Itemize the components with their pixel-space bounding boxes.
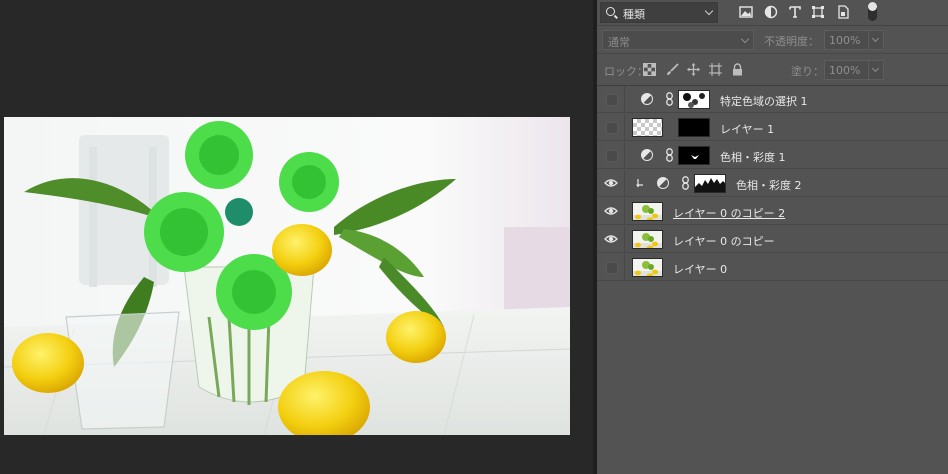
- visibility-toggle[interactable]: [597, 142, 625, 169]
- layer-name[interactable]: 色相・彩度 2: [736, 177, 802, 193]
- flower-silhouette-mask-image: [695, 175, 725, 192]
- opacity-label: 不透明度：: [764, 35, 819, 48]
- visibility-off-box: [606, 262, 618, 274]
- eye-icon: [604, 235, 618, 243]
- image-layer-thumbnail[interactable]: [632, 258, 663, 277]
- layer-row[interactable]: 色相・彩度 2: [597, 170, 948, 197]
- lemon-vase-photo: [4, 117, 570, 435]
- layer-name[interactable]: レイヤー 0 のコピー 2: [673, 205, 785, 221]
- filter-toggle-switch[interactable]: [868, 2, 877, 21]
- clipping-arrow-icon: [636, 179, 643, 188]
- shape-filter-icon[interactable]: [811, 5, 825, 19]
- layer-mask-thumbnail[interactable]: [678, 90, 710, 109]
- adjustment-layer-icon: [657, 177, 669, 189]
- image-layer-thumbnail[interactable]: [632, 230, 663, 249]
- search-icon: [606, 7, 615, 16]
- lock-transparent-icon[interactable]: [643, 63, 656, 76]
- visibility-off-box: [606, 122, 618, 134]
- fill-value: 100%: [829, 64, 861, 77]
- fill-field[interactable]: 100%: [824, 60, 884, 80]
- blend-mode-bar: 通常 不透明度： 100%: [597, 26, 948, 54]
- visibility-toggle[interactable]: [597, 226, 625, 253]
- adjustment-filter-icon[interactable]: [764, 5, 778, 19]
- photo-thumbnail-image: [633, 231, 662, 248]
- filter-kind-label: 種類: [623, 8, 645, 21]
- image-layer-thumbnail[interactable]: [632, 202, 663, 221]
- layer-row[interactable]: 特定色域の選択 1: [597, 86, 948, 113]
- adjustment-layer-icon: [641, 149, 653, 161]
- chevron-down-icon[interactable]: [868, 61, 883, 79]
- layer-name[interactable]: レイヤー 0: [673, 261, 727, 277]
- photo-thumbnail-image: [633, 203, 662, 220]
- lock-bar: ロック： 塗り： 100%: [597, 54, 948, 86]
- mask-spot-image: [691, 155, 699, 159]
- visibility-toggle[interactable]: [597, 114, 625, 141]
- visibility-off-box: [606, 150, 618, 162]
- layers-panel: 種類 通常 不透明度： 100% ロック： 塗り： 100% 特定色域の選択 1…: [597, 0, 948, 474]
- mask-link-icon[interactable]: [682, 176, 689, 190]
- transparent-layer-thumbnail[interactable]: [632, 118, 663, 137]
- eye-icon: [604, 179, 618, 187]
- layer-row[interactable]: 色相・彩度 1: [597, 142, 948, 169]
- layer-row[interactable]: レイヤー 0 のコピー: [597, 226, 948, 253]
- blend-mode-value: 通常: [608, 36, 630, 49]
- layer-name[interactable]: レイヤー 0 のコピー: [673, 233, 775, 249]
- lock-position-icon[interactable]: [687, 63, 700, 76]
- chevron-down-icon: [704, 6, 714, 16]
- chevron-down-icon: [740, 34, 750, 44]
- filter-kind-dropdown[interactable]: 種類: [600, 2, 718, 23]
- selective-mask-image: [679, 91, 709, 108]
- smart-object-filter-icon[interactable]: [836, 5, 850, 19]
- document-canvas-area[interactable]: [0, 0, 593, 474]
- mask-link-icon[interactable]: [666, 92, 673, 106]
- lock-artboard-icon[interactable]: [709, 63, 722, 76]
- opacity-field[interactable]: 100%: [824, 30, 884, 50]
- lock-image-icon[interactable]: [666, 63, 679, 76]
- canvas-image[interactable]: [4, 117, 570, 435]
- visibility-toggle[interactable]: [597, 86, 625, 113]
- layer-mask-thumbnail[interactable]: [678, 146, 710, 165]
- visibility-off-box: [606, 94, 618, 106]
- photo-thumbnail-image: [633, 259, 662, 276]
- opacity-value: 100%: [829, 34, 861, 47]
- type-filter-icon[interactable]: [788, 5, 802, 19]
- layer-row[interactable]: レイヤー 0 のコピー 2: [597, 198, 948, 225]
- layer-mask-thumbnail[interactable]: [678, 118, 710, 137]
- lock-label: ロック：: [604, 65, 648, 78]
- mask-link-icon[interactable]: [666, 148, 673, 162]
- lock-all-icon[interactable]: [731, 63, 744, 76]
- layer-name[interactable]: レイヤー 1: [720, 121, 774, 137]
- chevron-down-icon[interactable]: [868, 31, 883, 49]
- layer-filter-bar: 種類: [597, 0, 948, 26]
- layer-row[interactable]: レイヤー 0: [597, 254, 948, 281]
- layer-row[interactable]: レイヤー 1: [597, 114, 948, 141]
- adjustment-layer-icon: [641, 93, 653, 105]
- visibility-toggle[interactable]: [597, 254, 625, 281]
- visibility-toggle[interactable]: [597, 198, 625, 225]
- visibility-toggle[interactable]: [597, 170, 625, 197]
- image-filter-icon[interactable]: [739, 5, 753, 19]
- fill-label: 塗り：: [791, 65, 824, 78]
- eye-icon: [604, 207, 618, 215]
- layer-name[interactable]: 色相・彩度 1: [720, 149, 786, 165]
- layer-mask-thumbnail[interactable]: [694, 174, 726, 193]
- layer-name[interactable]: 特定色域の選択 1: [720, 93, 808, 109]
- layers-panel-empty-area[interactable]: [597, 282, 948, 474]
- blend-mode-dropdown[interactable]: 通常: [602, 30, 754, 50]
